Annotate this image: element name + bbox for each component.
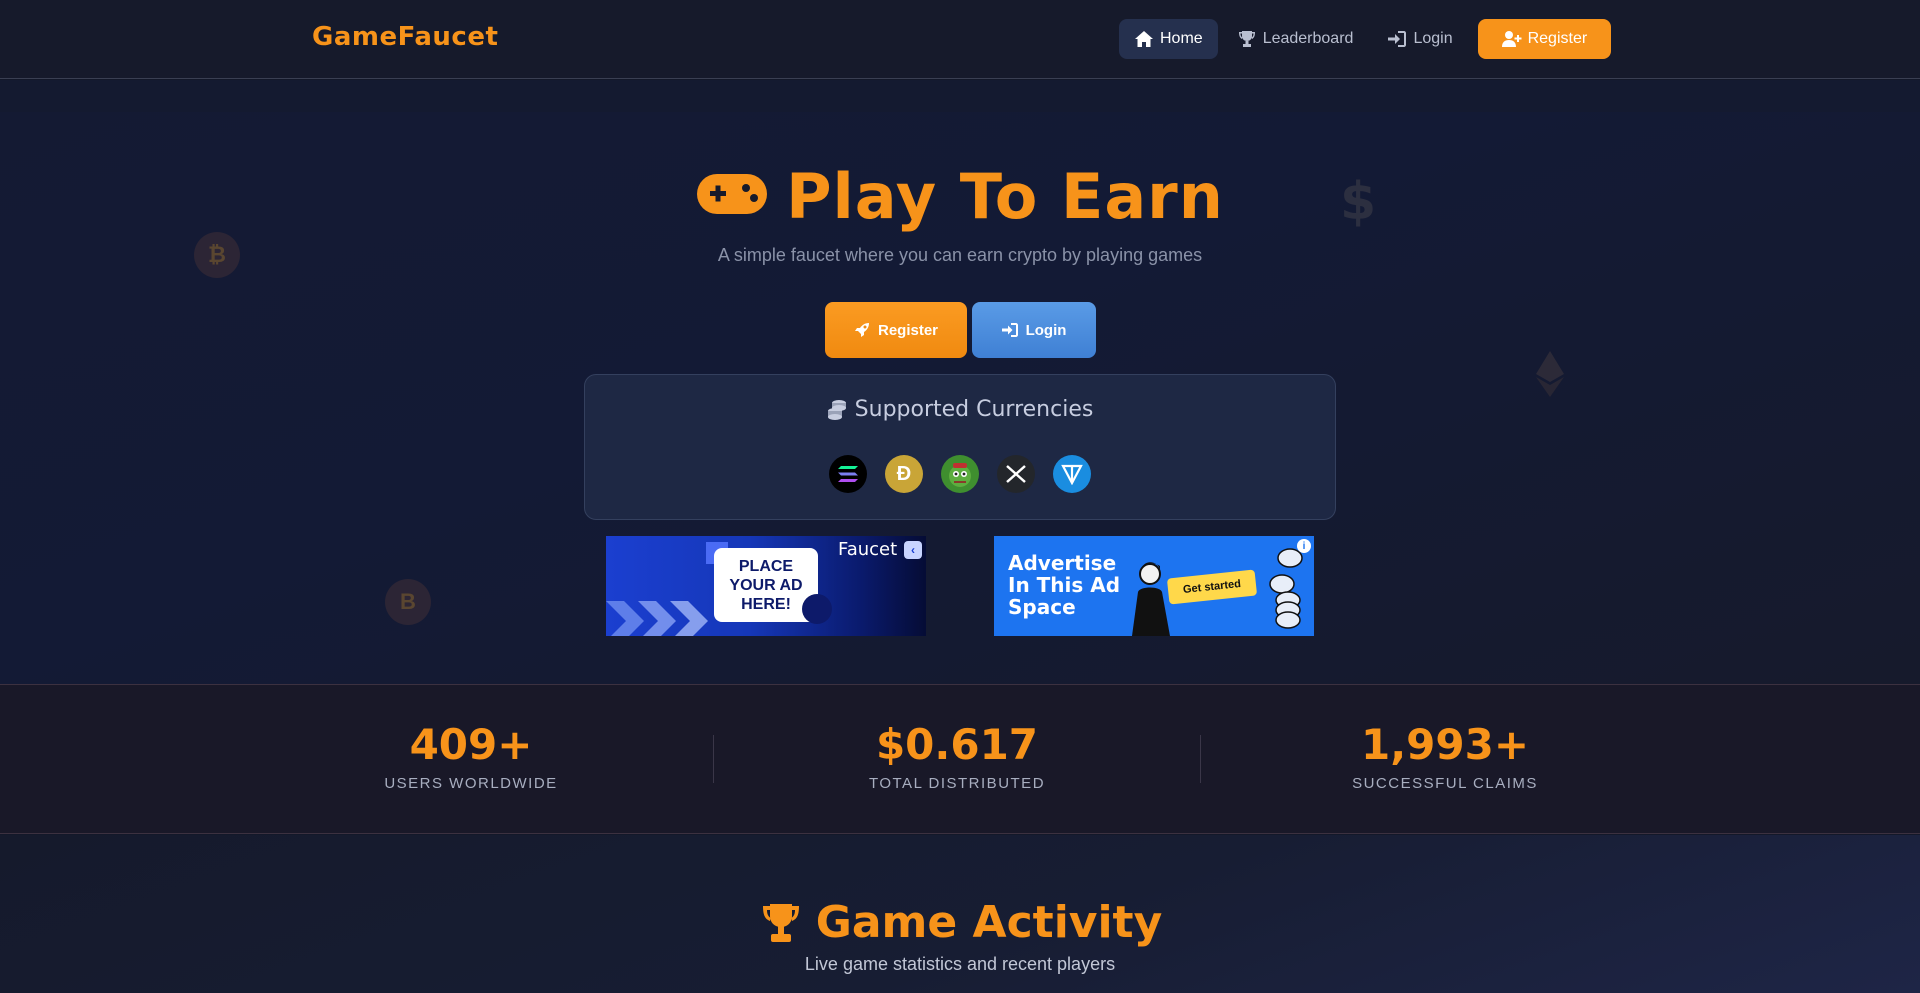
stat-users-label: USERS WORLDWIDE [384,775,558,792]
navbar: GameFaucet Home Leaderboard Login Regist… [0,0,1920,79]
stat-claims-value: 1,993+ [1360,720,1530,769]
solana-icon [829,455,867,493]
pepe-icon [941,455,979,493]
ad-info-icon[interactable]: i [1297,539,1311,553]
stat-divider-2 [1200,735,1201,783]
nav-register-label: Register [1527,30,1588,47]
stats-bar: 409+ USERS WORLDWIDE $0.617 TOTAL DISTRI… [0,684,1920,834]
sign-in-icon [1001,323,1018,337]
chevron-deco-icon-3 [670,601,708,636]
ad-brand-text: Faucet [838,539,898,560]
activity-subtitle: Live game statistics and recent players [804,954,1116,974]
currencies-title: Supported Currencies [585,397,1335,422]
hero-title: Play To Earn [0,160,1920,233]
bitcoin-deco-symbol-2: B [400,589,416,614]
hero-login-button[interactable]: Login [972,302,1096,358]
trophy-icon [762,903,799,942]
nav-links: Home Leaderboard Login Register [1119,19,1612,59]
stat-users-value: 409+ [409,720,533,769]
place-your-ad-banner[interactable]: PLACE YOUR AD HERE! Faucet ‹ [606,536,926,636]
hero-subtitle: A simple faucet where you can earn crypt… [717,245,1203,265]
ad-close-icon[interactable]: ‹ [904,541,922,559]
rocket-icon [854,323,869,337]
dogecoin-symbol: Ð [896,462,912,485]
nav-leaderboard-label: Leaderboard [1262,30,1354,47]
coins-icon [827,399,846,420]
hero-buttons: Register Login [825,302,1096,358]
nav-login-label: Login [1413,30,1453,47]
nav-home-label: Home [1160,30,1203,47]
game-activity-section: Game Activity Live game statistics and r… [0,835,1920,993]
stat-distributed-label: TOTAL DISTRIBUTED [868,775,1046,792]
ad-headline: Advertise In This Ad Space [1008,551,1121,619]
stat-users: 409+ USERS WORLDWIDE [321,720,621,793]
hero-login-label: Login [1025,321,1067,339]
home-icon [1135,31,1153,47]
bitcoin-deco-icon-2: B [385,579,431,625]
hero-top-band [0,80,1920,112]
dogecoin-icon: Ð [885,455,923,493]
gamepad-icon [696,170,768,223]
sign-in-icon [1388,31,1407,47]
hero-section: ₿ B $ Play To Earn A simple faucet where… [0,80,1920,684]
hero-register-label: Register [877,321,939,339]
hero-register-button[interactable]: Register [825,302,967,358]
stat-claims-label: SUCCESSFUL CLAIMS [1352,775,1538,792]
user-plus-icon [1501,31,1522,47]
stat-divider [713,735,714,783]
nav-login-link[interactable]: Login [1372,19,1467,59]
nav-leaderboard-link[interactable]: Leaderboard [1222,19,1369,59]
advertise-banner[interactable]: Advertise In This Ad Space Get started i [994,536,1314,636]
coin-stack-icon [1269,548,1303,629]
ad-get-started-button[interactable]: Get started [1166,569,1258,605]
stat-claims: 1,993+ SUCCESSFUL CLAIMS [1295,720,1595,793]
currencies-title-text: Supported Currencies [854,397,1094,422]
ton-icon [1053,455,1091,493]
xrp-icon [997,455,1035,493]
stat-distributed: $0.617 TOTAL DISTRIBUTED [807,720,1107,793]
supported-currencies-panel: Supported Currencies Ð [584,374,1336,520]
ethereum-deco-icon [1536,351,1564,402]
stat-distributed-value: $0.617 [875,720,1039,769]
cursor-click-icon [802,594,832,624]
activity-title: Game Activity [0,897,1920,948]
nav-home-link[interactable]: Home [1119,19,1218,59]
trophy-icon [1238,31,1255,47]
hero-heading: Play To Earn [786,160,1224,233]
activity-heading: Game Activity [815,897,1163,948]
brand-logo[interactable]: GameFaucet [312,22,498,52]
nav-register-button[interactable]: Register [1477,19,1612,59]
coin-row: Ð [585,455,1335,493]
